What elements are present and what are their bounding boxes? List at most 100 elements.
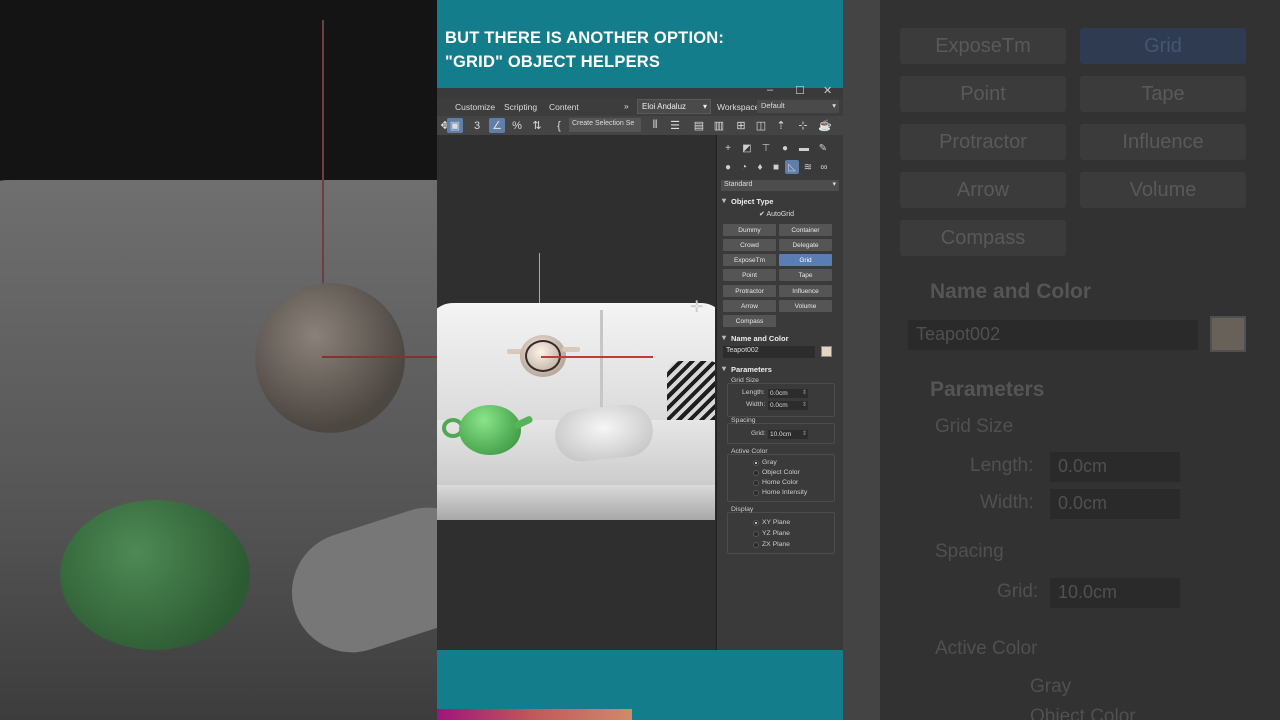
geometry-icon[interactable]: ● (721, 160, 735, 174)
tape-button[interactable]: Tape (779, 269, 832, 281)
teapot-green[interactable] (459, 405, 521, 455)
material-editor-icon[interactable]: ◫ (753, 118, 769, 133)
xy-plane-radio[interactable] (753, 520, 759, 526)
workspaces-value: Default (761, 101, 785, 110)
width-spinner[interactable]: 0.0cm (768, 401, 808, 410)
background-button-point: Point (900, 76, 1066, 112)
menu-scripting[interactable]: Scripting (504, 102, 537, 112)
length-label: Length: (742, 389, 765, 396)
background-length-field: 0.0cm (1050, 452, 1180, 482)
width-label: Width: (746, 401, 766, 408)
teapot-selected-spout (562, 347, 580, 352)
edit-named-sets-icon[interactable]: { (551, 118, 567, 133)
background-button-grid: Grid (1080, 28, 1246, 64)
gizmo-x-axis[interactable] (541, 356, 653, 358)
create-categories: ● ◔ ♦ ■ ◺ ≋ ∞ (721, 160, 839, 174)
gray-radio[interactable] (753, 460, 759, 466)
hierarchy-tab-icon[interactable]: ⊤ (759, 141, 773, 155)
length-spinner[interactable]: 0.0cm (768, 389, 808, 398)
align-icon[interactable]: ☰ (667, 118, 683, 133)
angle-snap-icon[interactable]: ∠ (489, 118, 505, 133)
arrow-button[interactable]: Arrow (723, 300, 776, 312)
background-button-tape: Tape (1080, 76, 1246, 112)
container-button[interactable]: Container (779, 224, 832, 236)
delegate-button[interactable]: Delegate (779, 239, 832, 251)
render-setup-icon[interactable]: ⇡ (773, 118, 789, 133)
influence-button[interactable]: Influence (779, 285, 832, 297)
background-teapot-selected (255, 283, 405, 433)
grid-spacing-spinner[interactable]: 10.0cm (768, 430, 808, 439)
utilities-tab-icon[interactable]: ✎ (816, 141, 830, 155)
object-color-swatch[interactable] (821, 346, 832, 357)
layer-explorer-icon[interactable]: ▤ (691, 118, 707, 133)
modify-tab-icon[interactable]: ◩ (740, 141, 754, 155)
grid-size-label: Grid Size (731, 377, 759, 384)
background-wall (0, 0, 437, 180)
snap-3d-icon[interactable]: 3 (469, 118, 485, 133)
video-progress-bar[interactable] (437, 709, 843, 720)
autogrid-label: AutoGrid (766, 211, 795, 218)
lights-icon[interactable]: ♦ (753, 160, 767, 174)
zx-plane-radio[interactable] (753, 542, 759, 548)
dummy-button[interactable]: Dummy (723, 224, 776, 236)
home-intensity-radio[interactable] (753, 490, 759, 496)
helper-category-dropdown[interactable]: Standard (721, 180, 839, 191)
video-progress-fill (437, 709, 632, 720)
compass-button[interactable]: Compass (723, 315, 776, 327)
background-label-active-color: Active Color (935, 638, 1038, 659)
create-tab-icon[interactable]: + (721, 141, 735, 155)
background-command-panel: ExposeTm Grid Point Tape Protractor Infl… (880, 0, 1280, 720)
motion-tab-icon[interactable]: ● (778, 141, 792, 155)
user-account-dropdown[interactable]: Eloi Andaluz ▾ (637, 99, 711, 114)
xy-plane-radio-label: XY Plane (762, 519, 791, 526)
select-region-icon[interactable]: ▣ (447, 118, 463, 133)
volume-button[interactable]: Volume (779, 300, 832, 312)
systems-icon[interactable]: ∞ (817, 160, 831, 174)
object-name-field[interactable]: Teapot002 (723, 346, 815, 358)
object-type-rollout-header[interactable]: Object Type (721, 196, 839, 209)
toggle-ribbon-icon[interactable]: ▥ (711, 118, 727, 133)
space-warps-icon[interactable]: ≋ (801, 160, 815, 174)
background-blur-right: ExposeTm Grid Point Tape Protractor Infl… (843, 0, 1280, 720)
render-production-icon[interactable]: ☕ (817, 118, 833, 133)
autogrid-checkbox[interactable]: ✔ AutoGrid (759, 210, 794, 218)
grid-spacing-label: Grid: (751, 430, 766, 437)
menu-customize[interactable]: Customize (455, 102, 495, 112)
parameters-rollout-header[interactable]: Parameters (721, 364, 839, 377)
shapes-icon[interactable]: ◔ (737, 160, 751, 174)
workspaces-dropdown[interactable]: Default ▾ (757, 100, 839, 113)
percent-snap-icon[interactable]: % (509, 118, 525, 133)
command-panel: + ◩ ⊤ ● ▬ ✎ ● ◔ ♦ ■ ◺ ≋ ∞ Standard Objec… (716, 135, 843, 650)
helpers-icon[interactable]: ◺ (785, 160, 799, 174)
minimize-button[interactable]: – (767, 84, 773, 96)
exposetm-button[interactable]: ExposeTm (723, 254, 776, 266)
object-color-radio[interactable] (753, 470, 759, 476)
background-viewport-edge (843, 0, 880, 720)
selection-set-dropdown[interactable]: Create Selection Se (569, 118, 641, 132)
spinner-snap-icon[interactable]: ⇅ (529, 118, 545, 133)
crowd-button[interactable]: Crowd (723, 239, 776, 251)
menu-overflow-icon[interactable]: » (624, 101, 629, 111)
name-color-rollout-header[interactable]: Name and Color (721, 333, 839, 346)
perspective-viewport[interactable]: ✛ (437, 135, 715, 650)
yz-plane-radio-label: YZ Plane (762, 530, 790, 537)
render-frame-icon[interactable]: ⊹ (795, 118, 811, 133)
zx-plane-radio-label: ZX Plane (762, 541, 790, 548)
background-button-influence: Influence (1080, 124, 1246, 160)
menu-content[interactable]: Content (549, 102, 579, 112)
protractor-button[interactable]: Protractor (723, 285, 776, 297)
yz-plane-radio[interactable] (753, 531, 759, 537)
point-button[interactable]: Point (723, 269, 776, 281)
main-toolbar: ✥ ▣ 3 ∠ % ⇅ { Create Selection Se ⫴ ☰ ▤ … (437, 116, 843, 135)
grid-button[interactable]: Grid (779, 254, 832, 266)
command-panel-tabs: + ◩ ⊤ ● ▬ ✎ (721, 141, 839, 155)
home-color-radio[interactable] (753, 480, 759, 486)
move-cursor-icon: ✛ (690, 299, 704, 316)
display-label: Display (731, 506, 754, 513)
display-tab-icon[interactable]: ▬ (797, 141, 811, 155)
cameras-icon[interactable]: ■ (769, 160, 783, 174)
close-button[interactable]: ✕ (823, 84, 832, 97)
maximize-button[interactable]: ☐ (795, 84, 805, 97)
mirror-icon[interactable]: ⫴ (647, 118, 663, 133)
schematic-view-icon[interactable]: ⊞ (733, 118, 749, 133)
